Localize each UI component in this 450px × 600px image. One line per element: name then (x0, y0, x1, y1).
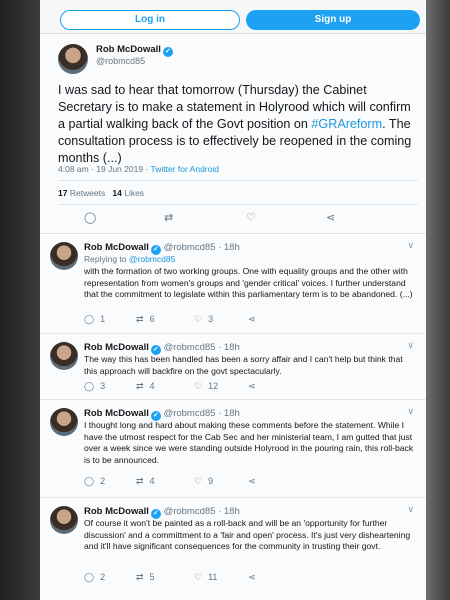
reply-count: 3 (100, 381, 106, 391)
login-button[interactable]: Log in (60, 10, 240, 30)
divider (58, 204, 418, 205)
retweet-icon: ⇄ (136, 572, 144, 582)
likes-count[interactable]: 14 (112, 188, 121, 198)
reply-meta: @robmcd85 · 18h (163, 506, 240, 517)
retweets-label[interactable]: Retweets (70, 188, 105, 198)
reply-tweet[interactable]: Rob McDowall ✓ @robmcd85 · 18h ∨ Of cours… (40, 498, 426, 600)
reply-meta: @robmcd85 · 18h (163, 242, 240, 253)
like-count: 3 (208, 314, 214, 324)
retweet-count: 4 (149, 381, 155, 391)
auth-bar: Log in Sign up (40, 0, 426, 34)
reply-author-name: Rob McDowall (84, 408, 149, 419)
reply-button[interactable]: ◯ 1 (84, 314, 105, 325)
chevron-down-icon[interactable]: ∨ (407, 406, 414, 417)
replying-prefix: Replying to (84, 254, 129, 264)
device-bezel-right (426, 0, 450, 600)
screen: Log in Sign up Rob McDowall ✓ @robmcd85 I… (40, 0, 426, 600)
author-name-text: Rob McDowall (96, 44, 161, 55)
reply-button[interactable]: ◯ 2 (84, 476, 105, 487)
retweet-icon: ⇄ (136, 314, 144, 324)
share-icon[interactable]: ⋖ (248, 476, 256, 487)
avatar[interactable] (50, 342, 78, 370)
like-icon: ♡ (194, 572, 203, 582)
divider (58, 180, 418, 181)
share-icon[interactable]: ⋖ (248, 572, 256, 583)
retweet-icon: ⇄ (136, 381, 144, 391)
verified-badge-icon: ✓ (162, 47, 173, 57)
chevron-down-icon[interactable]: ∨ (407, 340, 414, 351)
tweet-meta: 4:08 am · 19 Jun 2019 · Twitter for Andr… (58, 164, 219, 174)
like-button[interactable]: ♡ 12 (194, 381, 218, 392)
likes-label[interactable]: Likes (124, 188, 144, 198)
like-icon: ♡ (194, 476, 203, 486)
like-count: 9 (208, 476, 214, 486)
retweet-icon[interactable]: ⇄ (164, 212, 173, 224)
reply-button[interactable]: ◯ 2 (84, 572, 105, 583)
like-count: 12 (208, 381, 219, 391)
signup-button[interactable]: Sign up (246, 10, 420, 30)
retweet-button[interactable]: ⇄ 6 (136, 314, 155, 325)
like-button[interactable]: ♡ 11 (194, 572, 217, 583)
tweet-stats: 17 Retweets 14 Likes (58, 188, 144, 198)
reply-author-name: Rob McDowall (84, 342, 149, 353)
like-button[interactable]: ♡ 3 (194, 314, 213, 325)
main-tweet: Rob McDowall ✓ @robmcd85 I was sad to hea… (40, 34, 426, 234)
author-handle[interactable]: @robmcd85 (96, 56, 145, 66)
reply-icon: ◯ (84, 314, 95, 324)
replying-handle-link[interactable]: @robmcd85 (129, 254, 175, 264)
hashtag-link[interactable]: #GRAreform (311, 117, 382, 131)
reply-icon[interactable]: ◯ (84, 212, 96, 224)
share-icon[interactable]: ⋖ (326, 212, 335, 224)
share-icon[interactable]: ⋖ (248, 314, 256, 325)
device-bezel-left (0, 0, 40, 600)
like-count: 11 (208, 572, 218, 582)
retweets-count[interactable]: 17 (58, 188, 67, 198)
like-icon: ♡ (194, 381, 203, 391)
avatar[interactable] (50, 242, 78, 270)
reply-count: 1 (100, 314, 106, 324)
reply-meta: @robmcd85 · 18h (163, 342, 240, 353)
tweet-client-link[interactable]: Twitter for Android (150, 164, 219, 174)
like-button[interactable]: ♡ 9 (194, 476, 213, 487)
retweet-count: 6 (149, 314, 155, 324)
tweet-text: I was sad to hear that tomorrow (Thursda… (58, 82, 420, 167)
avatar[interactable] (50, 506, 78, 534)
reply-count: 2 (100, 572, 106, 582)
chevron-down-icon[interactable]: ∨ (407, 240, 414, 251)
like-icon: ♡ (194, 314, 203, 324)
reply-actions: ◯ 2 ⇄ 4 ♡ 9 ⋖ (84, 476, 404, 488)
reply-text: The way this has been handled has been a… (84, 354, 403, 376)
reply-text: Of course it won't be painted as a roll-… (84, 518, 411, 552)
reply-text: I thought long and hard about making the… (84, 420, 414, 465)
retweet-count: 5 (149, 572, 155, 582)
share-icon[interactable]: ⋖ (248, 381, 256, 392)
retweet-count: 4 (149, 476, 155, 486)
avatar[interactable] (50, 408, 78, 436)
reply-author-name: Rob McDowall (84, 506, 149, 517)
chevron-down-icon[interactable]: ∨ (407, 504, 414, 515)
reply-tweet[interactable]: Rob McDowall ✓ @robmcd85 · 18h ∨ The way … (40, 334, 426, 400)
reply-button[interactable]: ◯ 3 (84, 381, 105, 392)
reply-actions: ◯ 2 ⇄ 5 ♡ 11 ⋖ (84, 572, 404, 584)
like-icon[interactable]: ♡ (246, 212, 256, 224)
reply-icon: ◯ (84, 381, 95, 391)
tweet-actions: ◯ ⇄ ♡ ⋖ (40, 212, 426, 228)
avatar[interactable] (58, 44, 88, 74)
reply-icon: ◯ (84, 476, 95, 486)
retweet-button[interactable]: ⇄ 4 (136, 476, 155, 487)
reply-meta: @robmcd85 · 18h (163, 408, 240, 419)
retweet-button[interactable]: ⇄ 5 (136, 572, 155, 583)
reply-tweet[interactable]: Rob McDowall ✓ @robmcd85 · 18h ∨ Replying… (40, 234, 426, 334)
reply-tweet[interactable]: Rob McDowall ✓ @robmcd85 · 18h ∨ I though… (40, 400, 426, 498)
reply-actions: ◯ 3 ⇄ 4 ♡ 12 ⋖ (84, 381, 404, 393)
reply-icon: ◯ (84, 572, 95, 582)
reply-count: 2 (100, 476, 106, 486)
replying-to: Replying to @robmcd85 (84, 254, 175, 264)
retweet-icon: ⇄ (136, 476, 144, 486)
reply-author-name: Rob McDowall (84, 242, 149, 253)
reply-text: with the formation of two working groups… (84, 266, 413, 300)
retweet-button[interactable]: ⇄ 4 (136, 381, 155, 392)
tweet-timestamp[interactable]: 4:08 am · 19 Jun 2019 · (58, 164, 150, 174)
reply-actions: ◯ 1 ⇄ 6 ♡ 3 ⋖ (84, 314, 404, 326)
